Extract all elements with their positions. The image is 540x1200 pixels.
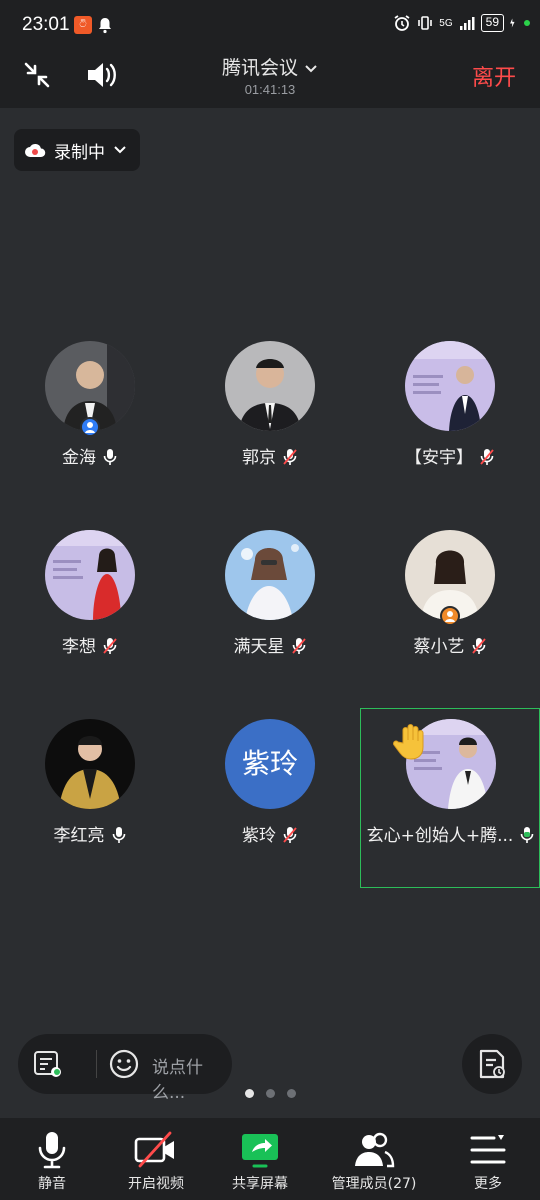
leave-button[interactable]: 离开 <box>472 60 516 92</box>
bell-icon <box>99 18 111 34</box>
mic-icon <box>103 449 117 465</box>
chevron-down-icon <box>305 64 317 72</box>
avatar <box>45 719 135 809</box>
cloud-record-icon <box>25 144 46 157</box>
members-label: 管理成员(27) <box>331 1176 417 1192</box>
status-indicators: 5G 59 <box>393 14 530 32</box>
participant-name: 【安宇】 <box>360 443 540 468</box>
vibrate-icon <box>418 16 433 30</box>
participant-name: 郭京 <box>180 443 360 468</box>
mic-muted-icon <box>103 638 117 654</box>
recording-indicator[interactable]: 录制中 <box>14 129 140 171</box>
participant-name: 李想 <box>0 632 180 657</box>
manage-members-button[interactable]: 管理成员(27) <box>312 1118 436 1200</box>
divider <box>96 1050 97 1078</box>
share-label: 共享屏幕 <box>232 1176 288 1192</box>
chat-list-icon[interactable] <box>32 1049 62 1079</box>
page-dot[interactable] <box>265 1089 275 1098</box>
bottom-toolbar: 静音 开启视频 共享屏幕 管理成员(27) 更多 <box>0 1118 540 1200</box>
mic-muted-icon <box>283 449 297 465</box>
avatar <box>225 530 315 620</box>
page-indicator <box>0 1089 540 1098</box>
participant-tile[interactable]: 李想 <box>0 520 180 700</box>
raised-hand-icon <box>391 721 431 761</box>
meeting-title-text: 腾讯会议 <box>221 57 298 79</box>
signal-label: 5G <box>439 17 453 29</box>
battery-indicator: 59 <box>480 14 504 32</box>
charging-icon <box>510 18 515 28</box>
avatar-initials: 紫玲 <box>225 719 315 809</box>
emoji-icon[interactable] <box>108 1048 140 1080</box>
members-icon <box>355 1132 395 1168</box>
status-time: 23:01 <box>22 14 70 35</box>
participant-name: 金海 <box>0 443 180 468</box>
mic-muted-icon <box>480 449 494 465</box>
participant-tile[interactable]: 金海 <box>0 331 180 511</box>
participant-tile[interactable]: 郭京 <box>180 331 360 511</box>
meeting-title[interactable]: 腾讯会议 <box>0 53 540 80</box>
mute-label: 静音 <box>38 1176 66 1192</box>
participant-tile[interactable]: 【安宇】 <box>360 331 540 511</box>
document-icon <box>479 1049 505 1079</box>
participant-name: 玄心+创始人+腾... <box>361 821 540 846</box>
alarm-icon <box>394 15 410 31</box>
meeting-timer: 01:41:13 <box>244 82 296 97</box>
video-off-icon <box>134 1131 174 1168</box>
avatar <box>45 530 135 620</box>
cohost-badge-icon <box>440 606 460 626</box>
recording-label: 录制中 <box>54 142 105 163</box>
chevron-down-icon <box>114 146 126 154</box>
participant-name: 满天星 <box>180 632 360 657</box>
privacy-dot <box>524 20 530 26</box>
app-notification-icon: ටි <box>74 16 92 34</box>
page-dot[interactable] <box>286 1089 296 1098</box>
mic-icon <box>112 827 125 843</box>
mic-muted-icon <box>283 827 297 843</box>
avatar <box>405 341 495 431</box>
meeting-header: 腾讯会议 01:41:13 离开 <box>0 50 540 108</box>
share-screen-button[interactable]: 共享屏幕 <box>208 1118 312 1200</box>
participant-tile[interactable]: 满天星 <box>180 520 360 700</box>
mic-speaking-icon <box>521 827 534 843</box>
start-video-button[interactable]: 开启视频 <box>104 1118 208 1200</box>
microphone-icon <box>38 1132 66 1169</box>
participant-tile-active[interactable]: 玄心+创始人+腾... <box>360 708 540 888</box>
chat-input-bar[interactable]: 说点什么... <box>18 1034 232 1103</box>
mic-muted-icon <box>471 638 486 654</box>
share-screen-icon <box>242 1134 278 1168</box>
more-menu-icon <box>470 1135 506 1164</box>
video-label: 开启视频 <box>128 1176 184 1192</box>
mic-muted-icon <box>291 638 306 654</box>
document-button[interactable] <box>462 1034 522 1094</box>
avatar <box>225 341 315 431</box>
status-bar: 23:01 ටි 5G 59 <box>0 0 540 50</box>
signal-icon <box>459 17 475 30</box>
participant-name: 蔡小艺 <box>360 632 540 657</box>
page-dot-active[interactable] <box>244 1089 254 1098</box>
participant-tile[interactable]: 李红亮 <box>0 709 180 889</box>
participant-name: 紫玲 <box>180 821 360 846</box>
host-badge-icon <box>80 417 100 437</box>
participant-name: 李红亮 <box>0 821 180 846</box>
mute-button[interactable]: 静音 <box>0 1118 104 1200</box>
participant-tile[interactable]: 紫玲 紫玲 <box>180 709 360 889</box>
participant-tile[interactable]: 蔡小艺 <box>360 520 540 700</box>
more-label: 更多 <box>474 1176 502 1192</box>
more-button[interactable]: 更多 <box>436 1118 540 1200</box>
